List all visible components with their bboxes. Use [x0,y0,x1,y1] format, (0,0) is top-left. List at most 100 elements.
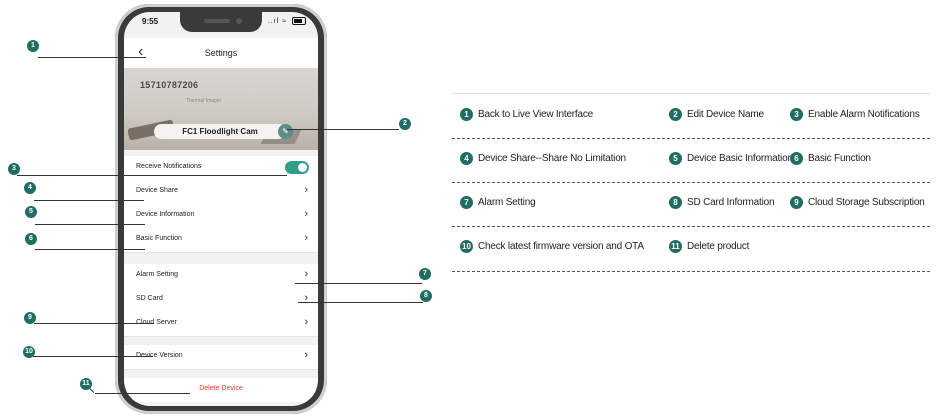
legend-number: 9 [790,196,803,209]
legend-row: 10 Check latest firmware version and OTA … [452,226,930,272]
chevron-right-icon: › [304,232,308,244]
callout-marker-3: 3 [8,163,20,175]
delete-device-button[interactable]: Delete Device [124,378,318,402]
row-label: Device Share [136,187,179,194]
edit-name-icon[interactable]: ✎ [278,124,293,139]
legend-item: 5 Device Basic Information [669,152,793,165]
callout-marker-10: 10 [23,346,35,358]
legend-number: 1 [460,108,473,121]
phone-screen: 9:55 ..ıl ≈ ‹ Settings 15710787206 Therm… [124,12,318,406]
legend-number: 2 [669,108,682,121]
row-basic-function[interactable]: Basic Function › [124,228,318,253]
callout-marker-8: 8 [420,290,432,302]
legend-text: Basic Function [808,153,871,164]
row-device-share[interactable]: Device Share › [124,180,318,205]
legend-number: 6 [790,152,803,165]
callout-marker-2: 2 [399,118,411,130]
row-sd-card[interactable]: SD Card › [124,288,318,313]
row-cloud-server[interactable]: Cloud Server › [124,312,318,337]
legend-number: 10 [460,240,473,253]
page-title: Settings [204,48,238,58]
chevron-right-icon: › [304,208,308,220]
chevron-right-icon: › [304,268,308,280]
callout-marker-4: 4 [24,182,36,194]
callout-marker-9: 9 [24,312,36,324]
legend-text: Enable Alarm Notifications [808,109,920,120]
legend-item: 7 Alarm Setting [460,196,536,209]
speaker-grille [204,19,230,23]
battery-icon [292,17,306,25]
callout-line [95,393,190,394]
callout-marker-6: 6 [25,233,37,245]
row-label: Basic Function [136,235,182,242]
callout-line [34,323,154,324]
legend-text: Check latest firmware version and OTA [478,241,644,252]
legend-item: 6 Basic Function [790,152,871,165]
callout-line [33,356,153,357]
callout-marker-1: 1 [27,40,39,52]
legend-number: 4 [460,152,473,165]
chevron-right-icon: › [304,184,308,196]
nav-bar: ‹ Settings [124,38,318,68]
phone-frame: 9:55 ..ıl ≈ ‹ Settings 15710787206 Therm… [115,4,327,414]
legend-text: Edit Device Name [687,109,764,120]
legend-item: 11 Delete product [669,240,749,253]
chevron-right-icon: › [304,316,308,328]
legend-text: Back to Live View Interface [478,109,594,120]
callout-line [298,302,423,303]
callout-line [295,283,422,284]
legend-row: 4 Device Share--Share No Limitation 5 Devi… [452,138,930,183]
chevron-right-icon: › [304,349,308,361]
delete-device-label: Delete Device [199,385,243,392]
legend-number: 11 [669,240,682,253]
phone-notch [180,12,262,32]
notifications-toggle[interactable] [285,161,309,174]
row-device-version[interactable]: Device Version › [124,345,318,370]
callout-line [287,129,399,130]
status-time: 9:55 [142,17,159,26]
status-icons: ..ıl ≈ [268,17,306,25]
legend-text: Delete product [687,241,750,252]
legend-number: 5 [669,152,682,165]
callout-marker-11: 11 [80,378,92,390]
legend-number: 8 [669,196,682,209]
legend-item: 8 SD Card Information [669,196,775,209]
callout-line [35,224,145,225]
legend-text: Device Share--Share No Limitation [478,153,626,164]
legend-item: 9 Cloud Storage Subscription [790,196,925,209]
device-subtitle: Thermal Imager [186,98,222,104]
front-camera [236,18,242,24]
legend-text: Cloud Storage Subscription [808,197,925,208]
callout-line [38,57,146,58]
row-label: Device Information [136,211,195,218]
device-name[interactable]: FC1 Floodlight Cam [154,124,286,139]
legend-text: SD Card Information [687,197,775,208]
device-id: 15710787206 [140,80,199,90]
callout-line [89,388,95,393]
legend-item: 4 Device Share--Share No Limitation [460,152,626,165]
callout-marker-5: 5 [25,206,37,218]
callout-line [35,249,145,250]
legend-item: 1 Back to Live View Interface [460,108,593,121]
callout-marker-7: 7 [419,268,431,280]
device-banner: 15710787206 Thermal Imager FC1 Floodligh… [124,68,318,150]
legend-item: 2 Edit Device Name [669,108,764,121]
signal-wifi-icon: ..ıl ≈ [267,17,288,25]
legend-text: Device Basic Information [687,153,793,164]
legend-item: 10 Check latest firmware version and OTA [460,240,644,253]
callout-line [17,175,287,176]
legend-panel: 1 Back to Live View Interface 2 Edit Devic… [452,93,930,291]
row-label: Receive Notifications [136,163,202,170]
legend-row: 7 Alarm Setting 8 SD Card Information 9 Clo… [452,182,930,227]
row-label: SD Card [136,295,163,302]
callout-line [34,200,144,201]
row-device-information[interactable]: Device Information › [124,204,318,229]
legend-row: 1 Back to Live View Interface 2 Edit Devic… [452,94,930,139]
legend-number: 7 [460,196,473,209]
legend-text: Alarm Setting [478,197,536,208]
row-alarm-setting[interactable]: Alarm Setting › [124,264,318,289]
legend-item: 3 Enable Alarm Notifications [790,108,920,121]
legend-number: 3 [790,108,803,121]
row-receive-notifications[interactable]: Receive Notifications [124,156,318,181]
row-label: Alarm Setting [136,271,179,278]
